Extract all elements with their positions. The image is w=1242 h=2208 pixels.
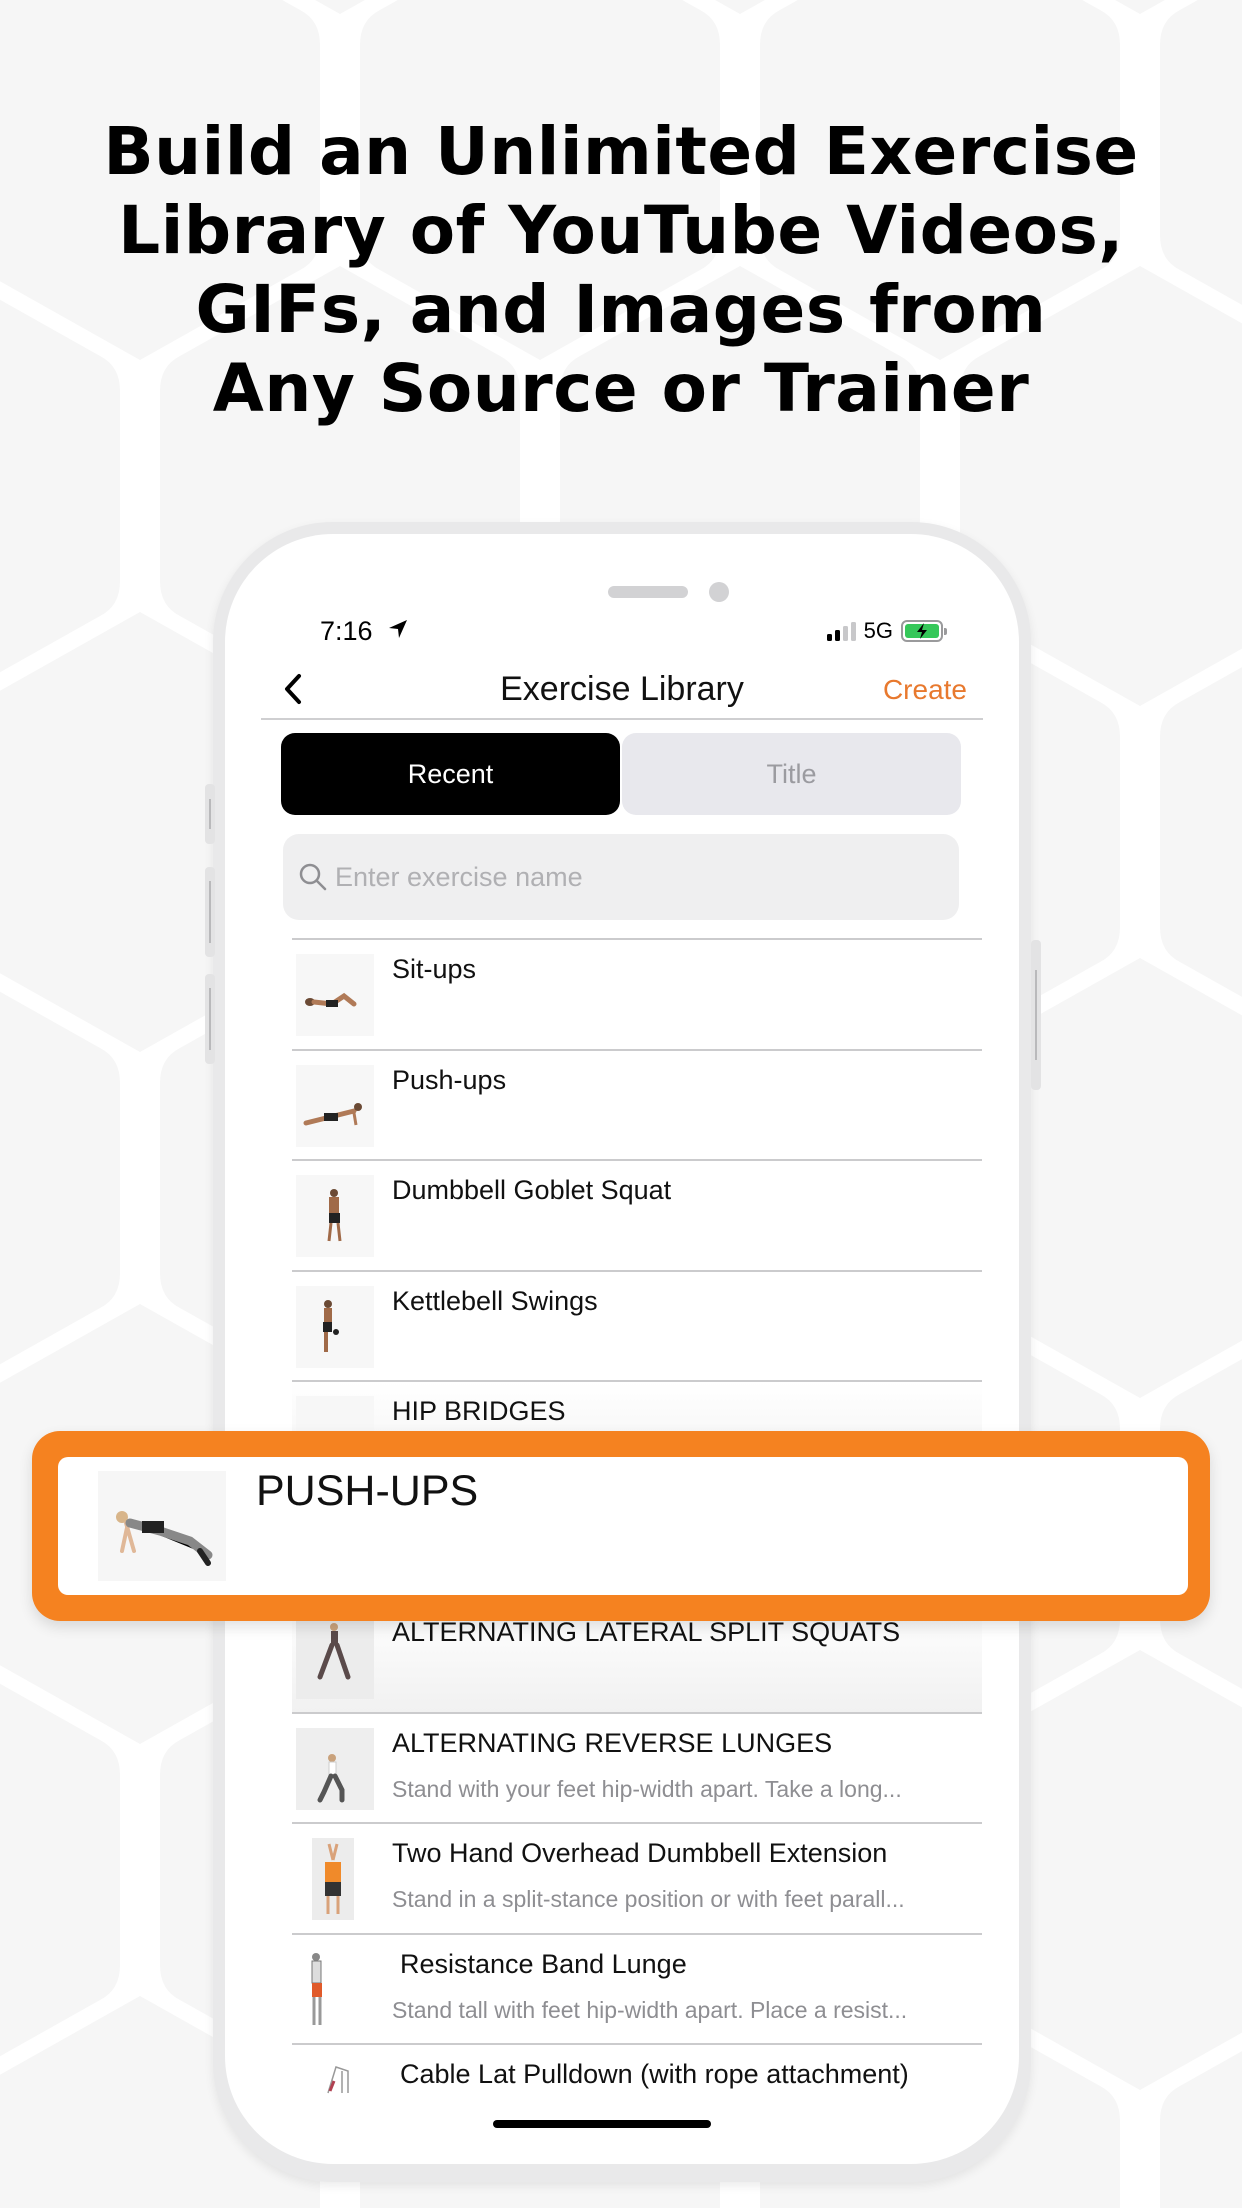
exercise-description: Stand with your feet hip-width apart. Ta… bbox=[392, 1775, 902, 1802]
segment-recent[interactable]: Recent bbox=[281, 733, 620, 815]
signal-strength-icon bbox=[826, 621, 856, 641]
phone-side-button bbox=[205, 784, 215, 844]
reverse-lunge-figure-icon bbox=[317, 1753, 345, 1802]
headline-line: Library of YouTube Videos, bbox=[118, 192, 1124, 269]
exercise-thumbnail bbox=[300, 1948, 336, 2031]
page-title: Exercise Library bbox=[500, 670, 744, 708]
battery-charging-icon bbox=[901, 620, 947, 642]
speaker-grille bbox=[608, 586, 688, 598]
home-indicator[interactable] bbox=[493, 2120, 711, 2128]
location-arrow-icon bbox=[389, 620, 407, 638]
status-indicators: 5G bbox=[826, 618, 947, 644]
exercise-thumbnail bbox=[98, 1471, 226, 1581]
exercise-thumbnail bbox=[296, 1064, 374, 1147]
exercise-list-item[interactable]: ALTERNATING REVERSE LUNGES Stand with yo… bbox=[292, 1711, 982, 1822]
exercise-thumbnail bbox=[296, 954, 374, 1036]
search-icon bbox=[299, 863, 327, 891]
exercise-list-item[interactable]: Two Hand Overhead Dumbbell Extension Sta… bbox=[292, 1822, 982, 1933]
exercise-list-item[interactable]: Sit-ups bbox=[292, 938, 982, 1049]
phone-frame: 7:16 5G Exercise Library Create Recent T… bbox=[205, 522, 1041, 2182]
create-button[interactable]: Create bbox=[883, 674, 967, 706]
exercise-description: Stand in a split-stance position or with… bbox=[392, 1886, 905, 1912]
sit-up-figure-icon bbox=[305, 992, 357, 1007]
headline-line: Any Source or Trainer bbox=[212, 350, 1030, 427]
phone-volume-down-button bbox=[205, 974, 215, 1064]
exercise-name: ALTERNATING REVERSE LUNGES bbox=[392, 1727, 833, 1758]
cable-pulldown-figure-icon bbox=[327, 2066, 349, 2094]
exercise-name: Two Hand Overhead Dumbbell Extension bbox=[392, 1838, 888, 1868]
exercise-list-item[interactable]: Kettlebell Swings bbox=[292, 1269, 982, 1380]
phone-screen: 7:16 5G Exercise Library Create Recent T… bbox=[225, 534, 1019, 2164]
exercise-thumbnail bbox=[296, 1617, 374, 1699]
phone-power-button bbox=[1031, 940, 1041, 1090]
exercise-name: Cable Lat Pulldown (with rope attachment… bbox=[400, 2059, 909, 2089]
exercise-list-item[interactable]: Resistance Band Lunge Stand tall with fe… bbox=[292, 1932, 982, 2043]
exercise-search-input[interactable] bbox=[335, 861, 935, 893]
front-camera bbox=[709, 582, 729, 602]
overhead-extension-figure-icon bbox=[325, 1843, 341, 1914]
status-time: 7:16 bbox=[320, 616, 373, 646]
marketing-headline: Build an Unlimited Exercise Library of Y… bbox=[0, 112, 1242, 428]
exercise-list-item[interactable]: Dumbbell Goblet Squat bbox=[292, 1159, 982, 1270]
phone-volume-up-button bbox=[205, 867, 215, 957]
kettlebell-swing-figure-icon bbox=[323, 1299, 339, 1352]
highlighted-exercise-item[interactable]: PUSH-UPS bbox=[58, 1457, 1188, 1595]
sort-segmented-control: Recent Title bbox=[281, 733, 961, 815]
push-up-figure-icon bbox=[303, 1102, 362, 1125]
lateral-split-squat-figure-icon bbox=[317, 1623, 351, 1680]
exercise-thumbnail bbox=[296, 1285, 374, 1368]
exercise-name: ALTERNATING LATERAL SPLIT SQUATS bbox=[392, 1617, 901, 1647]
exercise-name: Sit-ups bbox=[392, 954, 477, 984]
highlighted-exercise-callout: PUSH-UPS bbox=[32, 1431, 1210, 1621]
headline-line: Build an Unlimited Exercise bbox=[103, 113, 1139, 190]
search-bar bbox=[283, 834, 959, 920]
exercise-name: PUSH-UPS bbox=[256, 1467, 479, 1515]
exercise-name: Push-ups bbox=[392, 1064, 507, 1095]
exercise-list-item[interactable]: Cable Lat Pulldown (with rope attachment… bbox=[292, 2043, 982, 2154]
exercise-name: Kettlebell Swings bbox=[392, 1285, 598, 1316]
headline-line: GIFs, and Images from bbox=[195, 271, 1047, 348]
resistance-band-lunge-figure-icon bbox=[311, 1952, 322, 2025]
exercise-thumbnail bbox=[322, 2063, 354, 2097]
exercise-thumbnail bbox=[296, 1175, 374, 1257]
exercise-list-item[interactable]: Push-ups bbox=[292, 1048, 982, 1159]
navigation-bar: Exercise Library Create bbox=[261, 658, 983, 720]
exercise-description: Stand tall with feet hip-width apart. Pl… bbox=[392, 1996, 908, 2023]
exercise-name: Dumbbell Goblet Squat bbox=[392, 1175, 672, 1205]
exercise-name: Resistance Band Lunge bbox=[400, 1948, 687, 1979]
exercise-thumbnail bbox=[296, 1727, 374, 1810]
segment-title[interactable]: Title bbox=[622, 733, 961, 815]
network-type: 5G bbox=[863, 618, 893, 643]
goblet-squat-figure-icon bbox=[327, 1189, 342, 1242]
exercise-thumbnail bbox=[312, 1838, 354, 1920]
push-up-figure-icon bbox=[116, 1511, 213, 1566]
exercise-name: HIP BRIDGES bbox=[392, 1396, 566, 1426]
